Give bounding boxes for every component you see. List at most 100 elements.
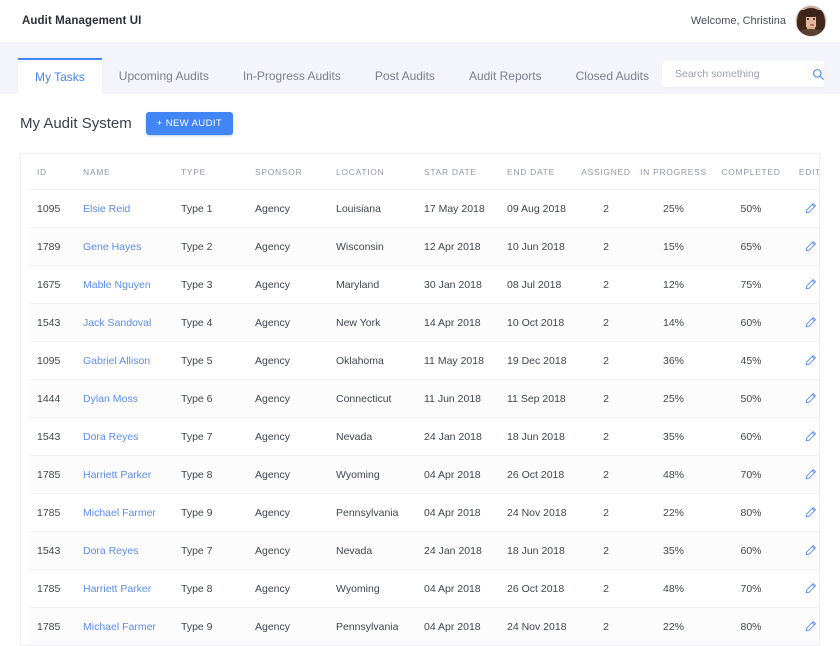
column-header-type[interactable]: TYPE	[181, 154, 255, 190]
name-link[interactable]: Elsie Reid	[83, 203, 130, 215]
cell-end-date: 11 Sep 2018	[507, 379, 577, 418]
cell-end-date: 10 Oct 2018	[507, 303, 577, 342]
cell-edit[interactable]	[790, 265, 819, 304]
cell-name[interactable]: Mable Nguyen	[83, 265, 181, 304]
pencil-icon[interactable]	[804, 582, 817, 595]
name-link[interactable]: Michael Farmer	[83, 507, 156, 519]
table-row[interactable]: 1785 Harriett Parker Type 8 Agency Wyoming 04…	[29, 569, 819, 608]
avatar[interactable]	[796, 6, 826, 36]
cell-edit[interactable]	[790, 531, 819, 570]
pencil-icon[interactable]	[804, 506, 817, 519]
pencil-icon[interactable]	[804, 240, 817, 253]
cell-edit[interactable]	[790, 189, 819, 228]
pencil-icon[interactable]	[804, 620, 817, 633]
name-link[interactable]: Gabriel Allison	[83, 355, 150, 367]
name-link[interactable]: Gene Hayes	[83, 241, 141, 253]
name-link[interactable]: Mable Nguyen	[83, 279, 151, 291]
table-row[interactable]: 1785 Harriett Parker Type 8 Agency Wyoming 04…	[29, 455, 819, 494]
page-title: My Audit System	[20, 115, 132, 132]
pencil-icon[interactable]	[804, 278, 817, 291]
column-header-in-progress[interactable]: IN PROGRESS	[635, 154, 712, 190]
column-header-end-date[interactable]: END DATE	[507, 154, 577, 190]
cell-name[interactable]: Elsie Reid	[83, 189, 181, 228]
pencil-icon[interactable]	[804, 392, 817, 405]
cell-edit[interactable]	[790, 455, 819, 494]
cell-edit[interactable]	[790, 608, 819, 646]
cell-edit[interactable]	[790, 379, 819, 418]
pencil-icon[interactable]	[804, 316, 817, 329]
tab-in-progress-audits[interactable]: In-Progress Audits	[226, 58, 358, 94]
table-row[interactable]: 1789 Gene Hayes Type 2 Agency Wisconsin 12 Ap…	[29, 227, 819, 266]
table-row[interactable]: 1543 Dora Reyes Type 7 Agency Nevada 24 Jan 2…	[29, 417, 819, 456]
cell-edit[interactable]	[790, 303, 819, 342]
cell-name[interactable]: Jack Sandoval	[83, 303, 181, 342]
search-input[interactable]	[673, 67, 812, 81]
cell-end-date: 18 Jun 2018	[507, 417, 577, 456]
table-row[interactable]: 1785 Michael Farmer Type 9 Agency Pennsylvan…	[29, 607, 819, 646]
column-header-assigned[interactable]: ASSIGNED	[577, 154, 635, 190]
name-link[interactable]: Harriett Parker	[83, 583, 151, 595]
cell-name[interactable]: Harriett Parker	[83, 569, 181, 608]
cell-edit[interactable]	[790, 227, 819, 266]
column-header-completed[interactable]: COMPLETED	[712, 154, 790, 190]
cell-name[interactable]: Gene Hayes	[83, 227, 181, 266]
cell-edit[interactable]	[790, 493, 819, 532]
column-header-id[interactable]: ID	[29, 154, 83, 190]
cell-edit[interactable]	[790, 569, 819, 608]
cell-name[interactable]: Dylan Moss	[83, 379, 181, 418]
name-link[interactable]: Dylan Moss	[83, 393, 138, 405]
pencil-icon[interactable]	[804, 430, 817, 443]
search-box[interactable]	[662, 61, 824, 87]
cell-sponsor: Agency	[255, 569, 336, 608]
cell-name[interactable]: Michael Farmer	[83, 493, 181, 532]
cell-end-date: 18 Jun 2018	[507, 531, 577, 570]
table-row[interactable]: 1543 Dora Reyes Type 7 Agency Nevada 24 Jan 2…	[29, 531, 819, 570]
table-row[interactable]: 1095 Gabriel Allison Type 5 Agency Oklahoma 1…	[29, 341, 819, 380]
search-icon[interactable]	[812, 68, 825, 81]
cell-name[interactable]: Dora Reyes	[83, 417, 181, 456]
tab-upcoming-audits[interactable]: Upcoming Audits	[102, 58, 226, 94]
pencil-icon[interactable]	[804, 202, 817, 215]
tab-closed-audits[interactable]: Closed Audits	[559, 58, 666, 94]
name-link[interactable]: Harriett Parker	[83, 469, 151, 481]
tab-my-tasks[interactable]: My Tasks	[18, 58, 102, 94]
table-row[interactable]: 1444 Dylan Moss Type 6 Agency Connecticut 11 …	[29, 379, 819, 418]
name-link[interactable]: Dora Reyes	[83, 431, 138, 443]
cell-edit[interactable]	[790, 341, 819, 380]
new-audit-button[interactable]: + NEW AUDIT	[145, 112, 234, 135]
table-row[interactable]: 1675 Mable Nguyen Type 3 Agency Maryland 30 J…	[29, 265, 819, 304]
pencil-icon[interactable]	[804, 468, 817, 481]
pencil-icon[interactable]	[804, 544, 817, 557]
cell-sponsor: Agency	[255, 455, 336, 494]
cell-in-progress: 22%	[662, 620, 684, 633]
cell-assigned: 2	[577, 493, 635, 532]
cell-id: 1675	[29, 265, 83, 304]
cell-completed: 80%	[712, 493, 790, 532]
cell-name[interactable]: Michael Farmer	[83, 608, 181, 646]
cell-completed: 70%	[712, 455, 790, 494]
pencil-icon[interactable]	[804, 354, 817, 367]
column-header-sponsor[interactable]: SPONSOR	[255, 154, 336, 190]
avatar-shoulders	[798, 29, 824, 36]
column-header-location[interactable]: LOCATION	[336, 154, 424, 190]
cell-location: Maryland	[336, 265, 424, 304]
table-row[interactable]: 1095 Elsie Reid Type 1 Agency Louisiana 17 Ma…	[29, 189, 819, 228]
column-header-star-date[interactable]: STAR DATE	[424, 154, 507, 190]
cell-name[interactable]: Harriett Parker	[83, 455, 181, 494]
table-row[interactable]: 1543 Jack Sandoval Type 4 Agency New York 14 …	[29, 303, 819, 342]
tab-audit-reports[interactable]: Audit Reports	[452, 58, 559, 94]
column-header-edit[interactable]: EDIT	[790, 154, 819, 190]
cell-location: Nevada	[336, 531, 424, 570]
name-link[interactable]: Michael Farmer	[83, 621, 156, 633]
column-header-name[interactable]: NAME	[83, 154, 181, 190]
table-row[interactable]: 1785 Michael Farmer Type 9 Agency Pennsylvan…	[29, 493, 819, 532]
name-link[interactable]: Jack Sandoval	[83, 317, 151, 329]
cell-edit[interactable]	[790, 417, 819, 456]
cell-name[interactable]: Gabriel Allison	[83, 341, 181, 380]
cell-name[interactable]: Dora Reyes	[83, 531, 181, 570]
cell-sponsor: Agency	[255, 379, 336, 418]
name-link[interactable]: Dora Reyes	[83, 545, 138, 557]
cell-in-progress: 15%	[635, 227, 712, 266]
tab-post-audits[interactable]: Post Audits	[358, 58, 452, 94]
cell-assigned: 2	[577, 569, 635, 608]
